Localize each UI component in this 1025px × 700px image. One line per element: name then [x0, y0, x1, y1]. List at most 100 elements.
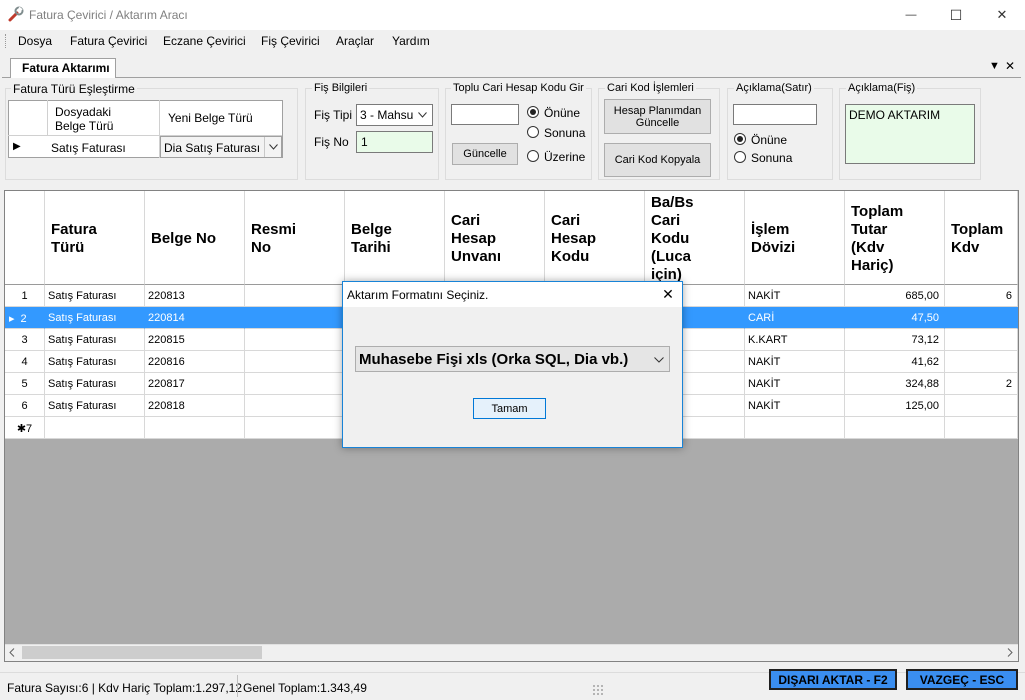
- radio-satir-sonuna[interactable]: [734, 151, 746, 163]
- vazgec-button[interactable]: VAZGEÇ - ESC: [906, 669, 1018, 690]
- cell-belge-no[interactable]: [145, 417, 245, 439]
- row-header[interactable]: 1: [5, 285, 45, 307]
- cell-toplam-kdv[interactable]: [945, 329, 1018, 351]
- cell-fatura-turu[interactable]: Satış Faturası: [45, 285, 145, 307]
- menu-araclar[interactable]: Araçlar: [336, 34, 374, 48]
- cell-belge-no[interactable]: 220818: [145, 395, 245, 417]
- cell-islem-dovizi[interactable]: [745, 417, 845, 439]
- cell-toplam-tutar[interactable]: 41,62: [845, 351, 945, 373]
- row-indicator-icon: ▶: [13, 141, 21, 152]
- tamam-button[interactable]: Tamam: [473, 398, 546, 419]
- cell-islem-dovizi[interactable]: NAKİT: [745, 395, 845, 417]
- col-header-belge-tarihi[interactable]: Belge Tarihi: [345, 191, 445, 285]
- cell-islem-dovizi[interactable]: K.KART: [745, 329, 845, 351]
- cell-resmi-no[interactable]: [245, 329, 345, 351]
- radio-onune[interactable]: [527, 106, 539, 118]
- col-header-cari-hesap-kodu[interactable]: Cari Hesap Kodu: [545, 191, 645, 285]
- cell-fatura-turu[interactable]: Satış Faturası: [45, 373, 145, 395]
- cell-toplam-kdv[interactable]: [945, 417, 1018, 439]
- row-header[interactable]: 4: [5, 351, 45, 373]
- mapping-col-target: Yeni Belge Türü: [168, 111, 253, 125]
- cell-toplam-kdv[interactable]: [945, 351, 1018, 373]
- menu-yardim[interactable]: Yardım: [392, 34, 430, 48]
- cell-islem-dovizi[interactable]: CARİ: [745, 307, 845, 329]
- cell-toplam-tutar[interactable]: 125,00: [845, 395, 945, 417]
- cell-belge-no[interactable]: 220815: [145, 329, 245, 351]
- scroll-left-icon[interactable]: [9, 648, 15, 657]
- menu-fatura-cevirici[interactable]: Fatura Çevirici: [70, 34, 147, 48]
- cell-belge-no[interactable]: 220817: [145, 373, 245, 395]
- scroll-right-icon[interactable]: [1007, 648, 1013, 657]
- fis-no-input[interactable]: 1: [356, 131, 433, 153]
- row-header[interactable]: ▸ 2: [5, 307, 45, 329]
- mapping-target-value: Dia Satış Faturası: [164, 141, 261, 155]
- menu-fis-cevirici[interactable]: Fiş Çevirici: [261, 34, 320, 48]
- maximize-button[interactable]: ☐: [933, 0, 979, 30]
- cell-toplam-kdv[interactable]: [945, 395, 1018, 417]
- col-header-cari-hesap-unvani[interactable]: Cari Hesap Unvanı: [445, 191, 545, 285]
- cari-kod-kopyala-button[interactable]: Cari Kod Kopyala: [604, 143, 711, 177]
- window-title: Fatura Çevirici / Aktarım Aracı: [29, 8, 188, 22]
- cell-resmi-no[interactable]: [245, 307, 345, 329]
- cell-fatura-turu[interactable]: Satış Faturası: [45, 329, 145, 351]
- disari-aktar-button[interactable]: DIŞARI AKTAR - F2: [769, 669, 897, 690]
- cell-belge-no[interactable]: 220813: [145, 285, 245, 307]
- cell-toplam-tutar[interactable]: 324,88: [845, 373, 945, 395]
- close-icon: ✕: [996, 7, 1008, 22]
- row-header[interactable]: 5: [5, 373, 45, 395]
- hesap-planimdan-guncelle-button[interactable]: Hesap Planımdan Güncelle: [604, 99, 711, 134]
- cell-toplam-tutar[interactable]: 47,50: [845, 307, 945, 329]
- col-header-fatura-turu[interactable]: Fatura Türü: [45, 191, 145, 285]
- cell-islem-dovizi[interactable]: NAKİT: [745, 351, 845, 373]
- dialog-close-icon[interactable]: ✕: [655, 282, 681, 306]
- tab-dropdown-icon[interactable]: ▼: [989, 60, 1000, 72]
- cell-resmi-no[interactable]: [245, 417, 345, 439]
- format-select[interactable]: Muhasebe Fişi xls (Orka SQL, Dia vb.): [355, 346, 670, 372]
- tab-close-icon[interactable]: ✕: [1005, 59, 1015, 73]
- col-header-babs-cari-kodu[interactable]: Ba/Bs Cari Kodu (Luca için): [645, 191, 745, 285]
- cell-belge-no[interactable]: 220814: [145, 307, 245, 329]
- aciklama-satir-input[interactable]: [733, 104, 817, 125]
- menu-dosya[interactable]: Dosya: [18, 34, 52, 48]
- cell-toplam-tutar[interactable]: 73,12: [845, 329, 945, 351]
- cell-belge-no[interactable]: 220816: [145, 351, 245, 373]
- resize-grip-icon[interactable]: [592, 684, 604, 696]
- mapping-col-source: Dosyadaki Belge Türü: [55, 105, 114, 133]
- close-window-button[interactable]: ✕: [979, 0, 1025, 30]
- row-header[interactable]: 6: [5, 395, 45, 417]
- cell-resmi-no[interactable]: [245, 285, 345, 307]
- toplu-cari-input[interactable]: [451, 104, 519, 125]
- cell-toplam-kdv[interactable]: 6: [945, 285, 1018, 307]
- cell-toplam-tutar[interactable]: 685,00: [845, 285, 945, 307]
- cell-fatura-turu[interactable]: Satış Faturası: [45, 351, 145, 373]
- cell-islem-dovizi[interactable]: NAKİT: [745, 285, 845, 307]
- col-header-resmi-no[interactable]: Resmi No: [245, 191, 345, 285]
- mapping-target-dropdown[interactable]: [264, 137, 281, 157]
- scrollbar-thumb[interactable]: [22, 646, 262, 659]
- cell-resmi-no[interactable]: [245, 351, 345, 373]
- cell-resmi-no[interactable]: [245, 395, 345, 417]
- aciklama-fis-textarea[interactable]: DEMO AKTARIM: [845, 104, 975, 164]
- col-header-islem-dovizi[interactable]: İşlem Dövizi: [745, 191, 845, 285]
- col-header-toplam-kdv[interactable]: Toplam Kdv: [945, 191, 1018, 285]
- col-header-belge-no[interactable]: Belge No: [145, 191, 245, 285]
- radio-satir-onune[interactable]: [734, 133, 746, 145]
- radio-sonuna-label: Sonuna: [544, 126, 586, 140]
- cell-fatura-turu[interactable]: Satış Faturası: [45, 395, 145, 417]
- cell-toplam-tutar[interactable]: [845, 417, 945, 439]
- cell-fatura-turu[interactable]: Satış Faturası: [45, 307, 145, 329]
- row-header[interactable]: 3: [5, 329, 45, 351]
- minimize-button[interactable]: —: [888, 0, 934, 30]
- cell-toplam-kdv[interactable]: [945, 307, 1018, 329]
- guncelle-button[interactable]: Güncelle: [452, 143, 518, 165]
- cell-islem-dovizi[interactable]: NAKİT: [745, 373, 845, 395]
- new-row-header[interactable]: ✱7: [5, 417, 45, 439]
- radio-uzerine[interactable]: [527, 150, 539, 162]
- cell-fatura-turu[interactable]: [45, 417, 145, 439]
- col-header-toplam-tutar[interactable]: Toplam Tutar (Kdv Hariç): [845, 191, 945, 285]
- cell-resmi-no[interactable]: [245, 373, 345, 395]
- menu-eczane-cevirici[interactable]: Eczane Çevirici: [163, 34, 246, 48]
- radio-sonuna[interactable]: [527, 126, 539, 138]
- minimize-icon: —: [905, 9, 917, 21]
- cell-toplam-kdv[interactable]: 2: [945, 373, 1018, 395]
